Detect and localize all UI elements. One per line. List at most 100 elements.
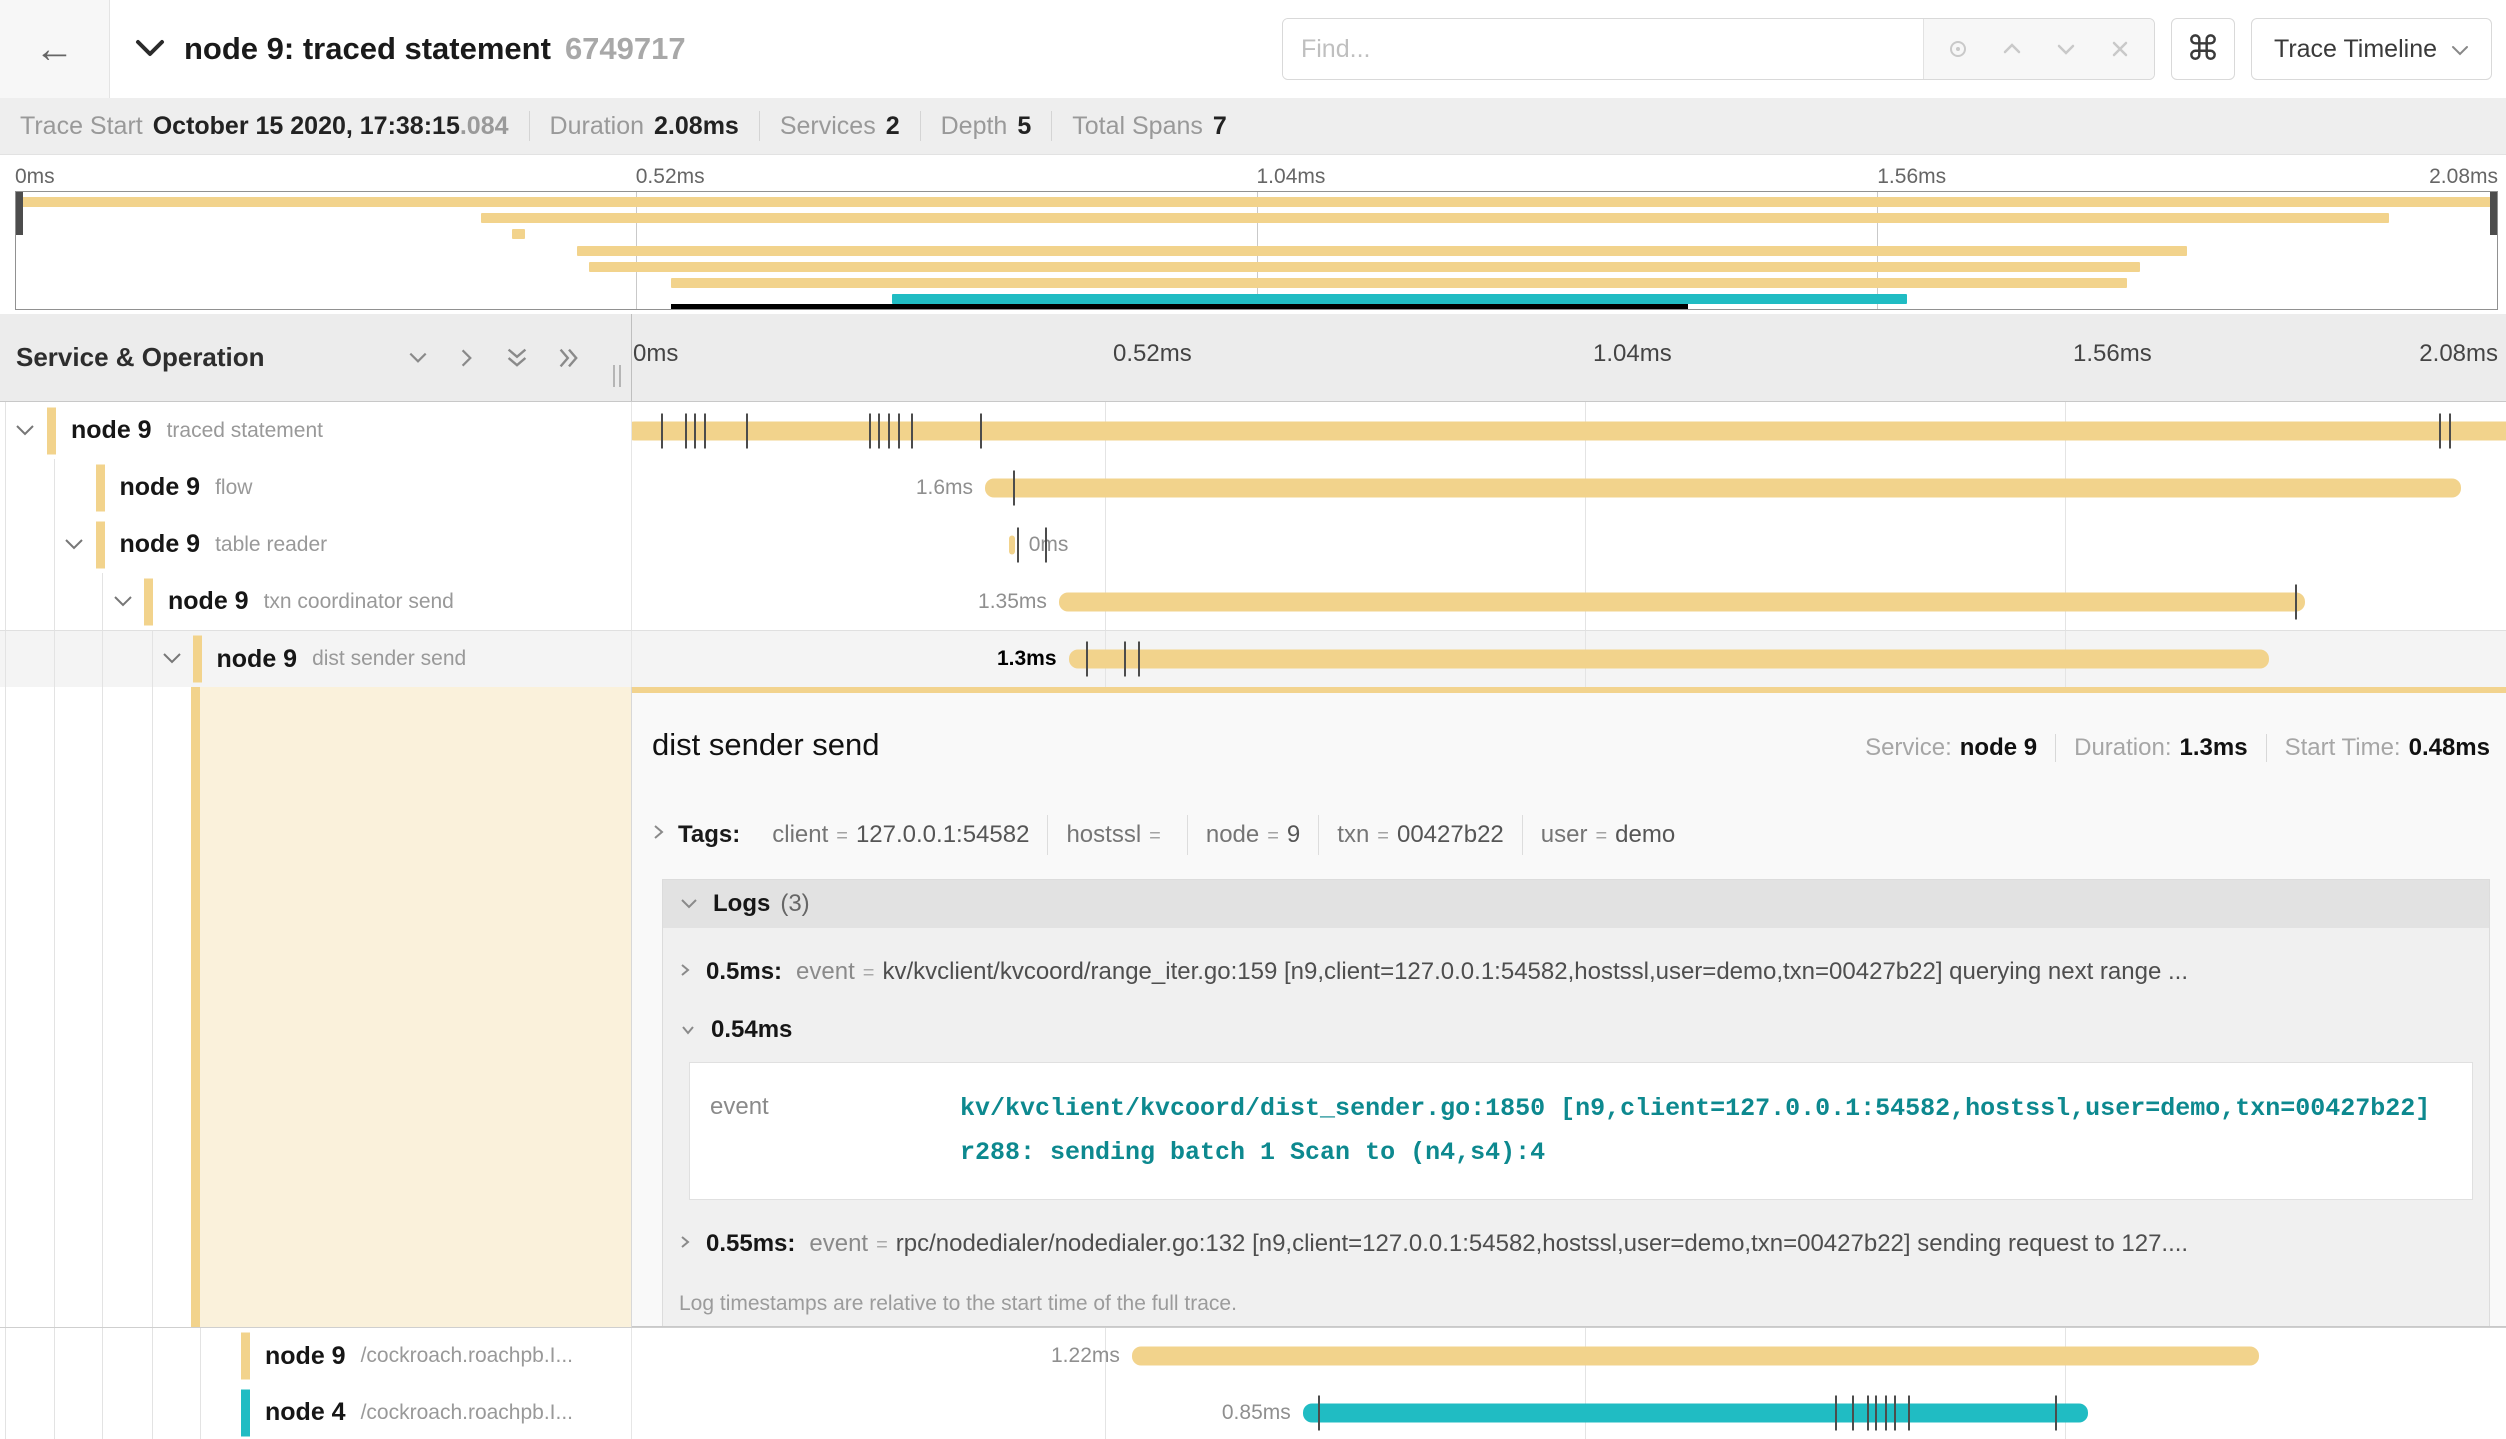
log-marker-tick [1138, 642, 1140, 677]
trace-total-spans: Total Spans 7 [1072, 112, 1227, 141]
log-marker-tick [911, 413, 913, 448]
minimap-right-scrubber[interactable] [2490, 192, 2497, 235]
find-input[interactable] [1283, 19, 1923, 79]
locate-icon[interactable] [1946, 37, 1970, 61]
logs-count: (3) [780, 890, 809, 918]
log-timestamp: 0.5ms: [706, 958, 782, 986]
span-timeline-cell[interactable]: 1.3ms [632, 631, 2506, 687]
collapse-one-icon[interactable] [407, 348, 429, 368]
trace-minimap: 0ms 0.52ms 1.04ms 1.56ms 2.08ms [0, 155, 2506, 314]
log-marker-tick [1894, 1395, 1896, 1430]
span-timeline-cell[interactable]: 1.22ms [632, 1328, 2506, 1384]
minimap-canvas[interactable] [15, 191, 2498, 310]
span-bar[interactable] [985, 478, 2461, 497]
span-name-cell[interactable]: node 9table reader [0, 516, 632, 573]
prev-match-icon[interactable] [2000, 37, 2024, 61]
span-row-txn-coordinator-send[interactable]: node 9txn coordinator send 1.35ms [0, 573, 2506, 630]
duration-label: 1.6ms [916, 476, 973, 500]
command-icon: ⌘ [2186, 29, 2220, 69]
divider [2055, 734, 2056, 762]
span-bar[interactable] [1059, 592, 2305, 611]
span-row-cockroach-node9[interactable]: node 9/cockroach.roachpb.I... 1.22ms [0, 1327, 2506, 1384]
log-entry-expanded-header[interactable]: 0.54ms [663, 1016, 2489, 1044]
log-marker-tick [661, 413, 663, 448]
span-name-cell[interactable]: node 9/cockroach.roachpb.I... [0, 1328, 632, 1384]
span-name-cell[interactable]: node 9dist sender send [0, 631, 632, 687]
span-timeline-cell[interactable]: 0.85ms [632, 1384, 2506, 1439]
expand-one-icon[interactable] [457, 347, 477, 369]
trace-id: 6749717 [565, 31, 686, 67]
find-group [1282, 18, 2155, 80]
span-name-cell[interactable]: node 9flow [0, 459, 632, 516]
detail-meta: Service:node 9 Duration:1.3ms Start Time… [1865, 734, 2490, 762]
span-name-cell[interactable]: node 9traced statement [0, 402, 632, 459]
span-color-bar [241, 1333, 250, 1380]
span-timeline-cell[interactable]: 1.35ms [632, 573, 2506, 630]
tick-label: 0ms [632, 340, 678, 368]
tags-row[interactable]: Tags: client=127.0.0.1:54582 hostssl= no… [652, 815, 2490, 855]
trace-duration: Duration 2.08ms [550, 112, 739, 141]
span-color-bar [47, 407, 56, 454]
axis-tick: 2.08ms [2429, 165, 2498, 189]
divider [2266, 734, 2267, 762]
span-name-cell[interactable]: node 9txn coordinator send [0, 573, 632, 630]
tags-label: Tags: [678, 821, 740, 849]
span-name-cell[interactable]: node 4/cockroach.roachpb.I... [0, 1384, 632, 1439]
chevron-right-icon [652, 821, 666, 849]
span-row-dist-sender-send[interactable]: node 9dist sender send 1.3ms [0, 630, 2506, 687]
column-resize-grip[interactable] [613, 365, 621, 387]
chevron-down-icon[interactable] [112, 594, 134, 610]
back-arrow-icon: ← [35, 29, 75, 69]
service-name: node 9 [217, 645, 298, 674]
span-bar[interactable] [1303, 1403, 2088, 1422]
next-match-icon[interactable] [2054, 37, 2078, 61]
log-marker-tick [1086, 642, 1088, 677]
trace-summary-bar: Trace Start October 15 2020, 17:38:15.08… [0, 98, 2506, 155]
logs-header[interactable]: Logs (3) [663, 880, 2489, 928]
span-row-cockroach-node4[interactable]: node 4/cockroach.roachpb.I... 0.85ms [0, 1384, 2506, 1439]
log-entry-collapsed[interactable]: 0.5ms: event = kv/kvclient/kvcoord/range… [663, 958, 2489, 986]
expand-all-icon[interactable] [557, 346, 581, 370]
span-row-flow[interactable]: node 9flow 1.6ms [0, 459, 2506, 516]
tick-label: 0.52ms [1105, 340, 1192, 368]
log-entry-collapsed[interactable]: 0.55ms: event = rpc/nodedialer/nodediale… [663, 1230, 2489, 1258]
span-row-table-reader[interactable]: node 9table reader 0ms [0, 516, 2506, 573]
service-name: node 4 [265, 1398, 346, 1427]
clear-find-icon[interactable] [2108, 37, 2132, 61]
span-timeline-cell[interactable]: 0ms [632, 516, 2506, 573]
chevron-down-icon[interactable] [161, 651, 183, 667]
detail-accent-fill [200, 687, 631, 1327]
log-marker-tick [1318, 1395, 1320, 1430]
back-button[interactable]: ← [0, 0, 110, 98]
span-bar[interactable] [1069, 650, 2269, 669]
timeline-ticks-header: 0ms 0.52ms 1.04ms 1.56ms 2.08ms [632, 314, 2506, 401]
span-row-traced-statement[interactable]: node 9traced statement [0, 402, 2506, 459]
log-key: event [796, 958, 855, 986]
view-selector-button[interactable]: Trace Timeline [2251, 18, 2492, 80]
logs-footer-note: Log timestamps are relative to the start… [663, 1258, 2489, 1328]
top-bar: ← node 9: traced statement 6749717 [0, 0, 2506, 98]
span-timeline-cell[interactable]: 1.6ms [632, 459, 2506, 516]
chevron-down-icon[interactable] [63, 537, 85, 553]
duration-label: 0.85ms [1222, 1401, 1291, 1425]
span-bar[interactable] [632, 421, 2506, 440]
tag-hostssl: hostssl= [1047, 815, 1186, 855]
collapse-all-icon[interactable] [505, 346, 529, 370]
log-marker-tick [1852, 1395, 1854, 1430]
service-name: node 9 [120, 473, 201, 502]
divider [759, 111, 760, 141]
span-bar[interactable] [1132, 1347, 2259, 1366]
service-operation-title: Service & Operation [16, 342, 407, 373]
span-timeline-cell[interactable] [632, 402, 2506, 459]
log-marker-tick [898, 413, 900, 448]
minimap-viewport-bar[interactable] [671, 304, 1688, 309]
log-marker-tick [704, 413, 706, 448]
chevron-down-icon[interactable] [134, 38, 166, 60]
log-marker-tick [694, 413, 696, 448]
span-bar[interactable] [1009, 535, 1015, 554]
keyboard-shortcuts-button[interactable]: ⌘ [2171, 18, 2235, 80]
chevron-down-icon[interactable] [14, 423, 36, 439]
duration-label: 1.22ms [1051, 1344, 1120, 1368]
minimap-left-scrubber[interactable] [16, 192, 23, 235]
operation-name: txn coordinator send [264, 590, 454, 614]
